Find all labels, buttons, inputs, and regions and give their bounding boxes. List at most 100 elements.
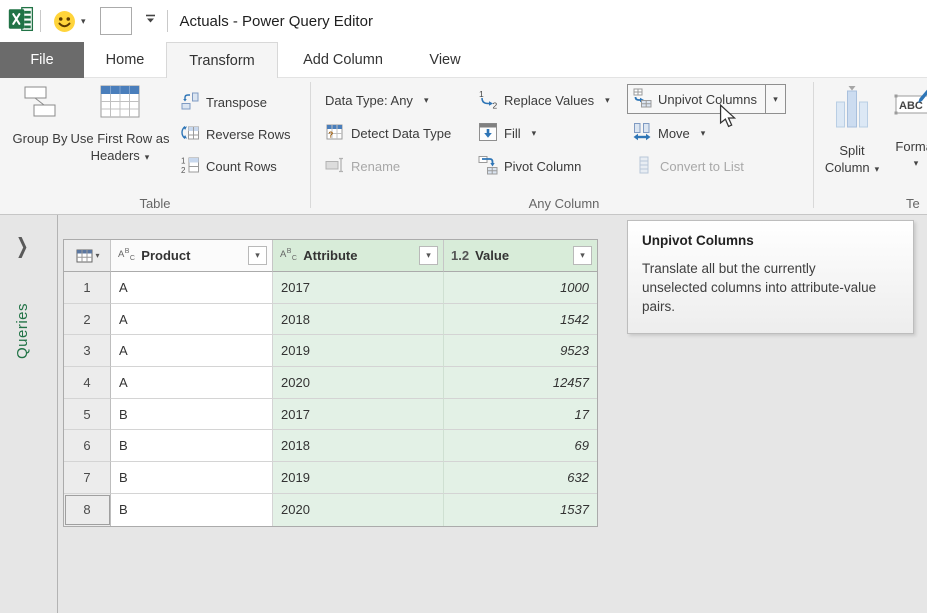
pivot-column-button[interactable]: Pivot Column <box>478 150 581 182</box>
reverse-rows-button[interactable]: Reverse Rows <box>180 118 291 150</box>
unpivot-columns-button[interactable]: Unpivot Columns <box>627 84 766 114</box>
use-first-row-button[interactable]: Use First Row as Headers <box>66 84 174 164</box>
cell-value[interactable]: 1537 <box>444 494 597 526</box>
replace-values-label: Replace Values <box>504 93 594 108</box>
cell-attribute[interactable]: 2017 <box>273 399 444 431</box>
grid-header-row: AABCBC Product ABC Attribute 1.2 Value <box>64 240 597 272</box>
cell-product[interactable]: B <box>111 399 273 431</box>
detect-data-type-label: Detect Data Type <box>351 126 451 141</box>
cell-attribute[interactable]: 2018 <box>273 430 444 462</box>
cell-value[interactable]: 1542 <box>444 304 597 336</box>
filter-dropdown-button[interactable] <box>573 246 592 265</box>
unpivot-columns-icon <box>632 88 652 111</box>
tab-add-column[interactable]: Add Column <box>278 42 408 78</box>
cell-value[interactable]: 17 <box>444 399 597 431</box>
svg-text:2: 2 <box>493 100 498 109</box>
data-preview-grid: AABCBC Product ABC Attribute 1.2 Value 1… <box>63 239 598 527</box>
column-header-value[interactable]: 1.2 Value <box>444 240 597 272</box>
tab-file[interactable]: File <box>0 42 84 78</box>
tab-view[interactable]: View <box>408 42 482 78</box>
row-number[interactable]: 4 <box>64 367 111 399</box>
row-number[interactable]: 1 <box>64 272 111 304</box>
move-icon <box>632 122 652 145</box>
quick-access-button[interactable] <box>100 7 132 35</box>
convert-to-list-icon <box>634 155 654 178</box>
split-column-button[interactable]: Split Column <box>822 84 882 176</box>
cell-product[interactable]: A <box>111 335 273 367</box>
column-header-product[interactable]: AABCBC Product <box>111 240 273 272</box>
filter-dropdown-button[interactable] <box>248 246 267 265</box>
data-type-button[interactable]: Data Type: Any <box>325 84 428 116</box>
replace-values-button[interactable]: 1 2 Replace Values <box>478 84 610 116</box>
cell-attribute[interactable]: 2017 <box>273 272 444 304</box>
feedback-smiley-button[interactable] <box>53 10 86 33</box>
table-options-button[interactable] <box>64 240 111 272</box>
move-button[interactable]: Move <box>632 117 705 149</box>
titlebar-separator <box>167 10 168 32</box>
any-column-group-label: Any Column <box>315 196 813 211</box>
row-number[interactable]: 7 <box>64 462 111 494</box>
cell-attribute[interactable]: 2018 <box>273 304 444 336</box>
count-rows-button[interactable]: 1 2 Count Rows <box>180 150 277 182</box>
cell-attribute[interactable]: 2020 <box>273 494 444 526</box>
ribbon-tabs: File Home Transform Add Column View <box>0 42 927 78</box>
titlebar-separator <box>40 10 41 32</box>
transpose-button[interactable]: Transpose <box>180 86 267 118</box>
fill-label: Fill <box>504 126 521 141</box>
cell-value[interactable]: 1000 <box>444 272 597 304</box>
group-separator <box>813 82 814 208</box>
row-number[interactable]: 8 <box>64 494 111 526</box>
tab-home[interactable]: Home <box>84 42 166 78</box>
data-type-label: Data Type: Any <box>325 93 413 108</box>
grid-body: 1A201710002A201815423A201995234A20201245… <box>64 272 597 526</box>
cell-value[interactable]: 12457 <box>444 367 597 399</box>
cell-value[interactable]: 632 <box>444 462 597 494</box>
table-icon <box>76 249 93 263</box>
detect-data-type-button[interactable]: ? Detect Data Type <box>325 117 451 149</box>
queries-pane-label: Queries <box>14 303 31 359</box>
mouse-cursor <box>717 104 739 133</box>
window-title: Actuals - Power Query Editor <box>180 13 373 30</box>
excel-logo-icon <box>8 6 34 37</box>
editor-content: ❯ Queries AABCBC Product ABC Attribute <box>0 215 927 613</box>
queries-pane-collapsed: ❯ Queries <box>0 215 58 613</box>
row-number[interactable]: 2 <box>64 304 111 336</box>
svg-text:?: ? <box>328 130 333 139</box>
format-button[interactable]: ABC Format <box>886 84 927 169</box>
group-by-icon <box>17 84 63 124</box>
row-number[interactable]: 5 <box>64 399 111 431</box>
customize-toolbar-icon[interactable] <box>144 12 157 30</box>
column-header-attribute[interactable]: ABC Attribute <box>273 240 444 272</box>
fill-button[interactable]: Fill <box>478 117 536 149</box>
split-column-label: Split Column <box>822 143 882 176</box>
group-by-button[interactable]: Group By <box>12 84 68 148</box>
detect-data-type-icon: ? <box>325 122 345 145</box>
cell-product[interactable]: A <box>111 272 273 304</box>
cell-attribute[interactable]: 2019 <box>273 462 444 494</box>
cell-attribute[interactable]: 2019 <box>273 335 444 367</box>
cell-attribute[interactable]: 2020 <box>273 367 444 399</box>
table-row: 3A20199523 <box>64 335 597 367</box>
cell-product[interactable]: B <box>111 430 273 462</box>
tab-transform[interactable]: Transform <box>166 42 278 78</box>
filter-dropdown-button[interactable] <box>419 246 438 265</box>
cell-value[interactable]: 9523 <box>444 335 597 367</box>
column-name: Product <box>141 248 190 263</box>
reverse-rows-icon <box>180 123 200 146</box>
cell-value[interactable]: 69 <box>444 430 597 462</box>
cell-product[interactable]: A <box>111 367 273 399</box>
row-number[interactable]: 6 <box>64 430 111 462</box>
cell-product[interactable]: A <box>111 304 273 336</box>
cell-product[interactable]: B <box>111 494 273 526</box>
smiley-icon <box>53 10 76 33</box>
rename-button: Rename <box>325 150 400 182</box>
unpivot-columns-split-button: Unpivot Columns <box>627 84 786 114</box>
row-number[interactable]: 3 <box>64 335 111 367</box>
convert-to-list-label: Convert to List <box>660 159 744 174</box>
table-headers-icon <box>98 84 142 124</box>
split-column-icon <box>833 84 871 136</box>
cell-product[interactable]: B <box>111 462 273 494</box>
text-type-icon: AABCBC <box>118 248 135 262</box>
expand-pane-icon[interactable]: ❯ <box>16 233 29 258</box>
unpivot-columns-dropdown[interactable] <box>766 84 786 114</box>
